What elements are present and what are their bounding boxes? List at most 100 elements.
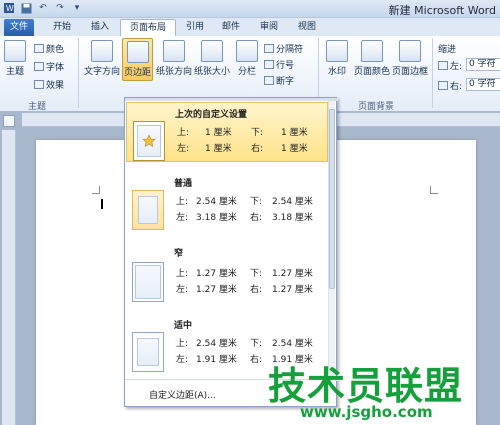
colors-icon	[34, 44, 44, 53]
indent-left-icon	[438, 61, 448, 70]
left-value: 1 厘米	[205, 144, 232, 154]
window-title: 新建 Microsoft Word	[388, 4, 496, 17]
top-value: 1 厘米	[205, 128, 232, 138]
margin-preset-normal[interactable]: 普通 上: 2.54 厘米 下: 2.54 厘米 左: 3.18 厘米 右: 3…	[126, 172, 328, 236]
title-bar: W ↶ ↷ ▾ 新建 Microsoft Word	[0, 0, 500, 18]
text-direction-button[interactable]: 文字方向	[84, 40, 120, 77]
tab-review[interactable]: 审阅	[254, 19, 284, 36]
tab-mailings[interactable]: 邮件	[216, 19, 246, 36]
menu-scrollbar-thumb[interactable]	[329, 109, 335, 289]
effects-icon	[34, 80, 44, 89]
ruler-tab-selector[interactable]	[3, 115, 15, 127]
size-button[interactable]: 纸张大小	[194, 40, 230, 77]
right-value: 3.18 厘米	[272, 213, 313, 223]
indent-right-label: 右:	[438, 79, 462, 92]
page-color-icon	[361, 40, 383, 62]
menu-scrollbar[interactable]	[328, 101, 335, 379]
menu-top-strip	[125, 98, 338, 101]
right-value: 1.27 厘米	[272, 285, 313, 295]
effects-button[interactable]: 效果	[34, 78, 64, 91]
columns-icon	[236, 40, 258, 62]
group-divider	[78, 38, 79, 108]
themes-button[interactable]: 主题	[4, 40, 26, 77]
breaks-icon	[264, 44, 274, 53]
left-label: 左:	[176, 285, 189, 295]
watermark-button[interactable]: 水印	[326, 40, 348, 77]
theme-group-label: 主题	[28, 102, 47, 112]
colors-button[interactable]: 颜色	[34, 42, 64, 55]
quick-access-toolbar: W ↶ ↷ ▾	[2, 1, 84, 15]
right-value: 1 厘米	[281, 144, 308, 154]
tab-page-layout[interactable]: 页面布局	[120, 19, 176, 36]
word-icon: W	[2, 1, 16, 15]
orientation-button[interactable]: 纸张方向	[156, 40, 192, 77]
watermark-icon	[326, 40, 348, 62]
text-direction-icon	[91, 40, 113, 62]
bottom-label: 下:	[250, 197, 263, 207]
margin-preset-last-custom[interactable]: 上次的自定义设置 上: 1 厘米 下: 1 厘米 左: 1 厘米 右: 1 厘米	[126, 102, 328, 162]
ribbon-tabs: 文件 开始 插入 页面布局 引用 邮件 审阅 视图	[0, 18, 500, 36]
group-divider	[432, 38, 433, 108]
top-label: 上:	[176, 339, 189, 349]
page-background-group-label: 页面背景	[358, 102, 395, 112]
fonts-button[interactable]: 字体	[34, 60, 64, 73]
bottom-label: 下:	[250, 269, 263, 279]
page-color-button[interactable]: 页面颜色	[354, 40, 390, 77]
page-margin-icon	[132, 190, 164, 230]
indent-left-label: 左:	[438, 59, 462, 72]
bottom-label: 下:	[250, 339, 263, 349]
margins-button[interactable]: 页边距	[122, 38, 154, 81]
top-label: 上:	[177, 128, 190, 138]
preset-name: 普通	[174, 179, 193, 189]
indent-right-icon	[438, 81, 448, 90]
save-icon[interactable]	[19, 1, 33, 15]
fonts-icon	[34, 62, 44, 71]
redo-icon[interactable]: ↷	[53, 1, 67, 15]
indent-label: 缩进	[438, 45, 457, 55]
page-borders-button[interactable]: 页面边框	[392, 40, 428, 77]
indent-right-field[interactable]: 0 字符	[466, 78, 500, 91]
watermark-title: 技术员联盟	[268, 364, 464, 408]
orientation-icon	[163, 40, 185, 62]
top-value: 2.54 厘米	[196, 339, 237, 349]
paper-size-icon	[201, 40, 223, 62]
star-page-icon	[133, 121, 165, 161]
tab-references[interactable]: 引用	[180, 19, 210, 36]
text-cursor	[101, 199, 103, 209]
preset-name: 上次的自定义设置	[175, 110, 248, 120]
bottom-value: 1.27 厘米	[272, 269, 313, 279]
tab-view[interactable]: 视图	[292, 19, 322, 36]
right-label: 右:	[250, 355, 263, 365]
tab-home[interactable]: 开始	[46, 19, 78, 36]
crop-mark	[430, 186, 438, 194]
margin-preset-narrow[interactable]: 窄 上: 1.27 厘米 下: 1.27 厘米 左: 1.27 厘米 右: 1.…	[126, 242, 328, 308]
customize-qat-icon[interactable]: ▾	[70, 1, 84, 15]
preset-name: 适中	[174, 321, 193, 331]
page-borders-icon	[399, 40, 421, 62]
vertical-ruler[interactable]	[2, 130, 16, 425]
hyphenation-button[interactable]: 断字	[264, 74, 294, 87]
hyphenation-icon	[264, 76, 274, 85]
left-label: 左:	[176, 355, 189, 365]
left-label: 左:	[177, 144, 190, 154]
custom-margins-item[interactable]: 自定义边距(A)...	[149, 388, 216, 401]
bottom-value: 2.54 厘米	[272, 197, 313, 207]
margins-icon	[126, 41, 149, 63]
tab-file[interactable]: 文件	[4, 19, 34, 36]
line-numbers-button[interactable]: 行号	[264, 58, 294, 71]
undo-icon[interactable]: ↶	[36, 1, 50, 15]
page-margin-icon	[132, 262, 164, 302]
top-label: 上:	[176, 197, 189, 207]
tab-insert[interactable]: 插入	[84, 19, 116, 36]
left-value: 1.27 厘米	[196, 285, 237, 295]
columns-button[interactable]: 分栏	[236, 40, 258, 77]
top-label: 上:	[176, 269, 189, 279]
left-label: 左:	[176, 213, 189, 223]
breaks-button[interactable]: 分隔符	[264, 42, 303, 55]
left-value: 3.18 厘米	[196, 213, 237, 223]
indent-left-field[interactable]: 0 字符	[466, 58, 500, 71]
top-value: 1.27 厘米	[196, 269, 237, 279]
bottom-label: 下:	[251, 128, 264, 138]
left-value: 1.91 厘米	[196, 355, 237, 365]
page-margin-icon	[132, 332, 164, 372]
